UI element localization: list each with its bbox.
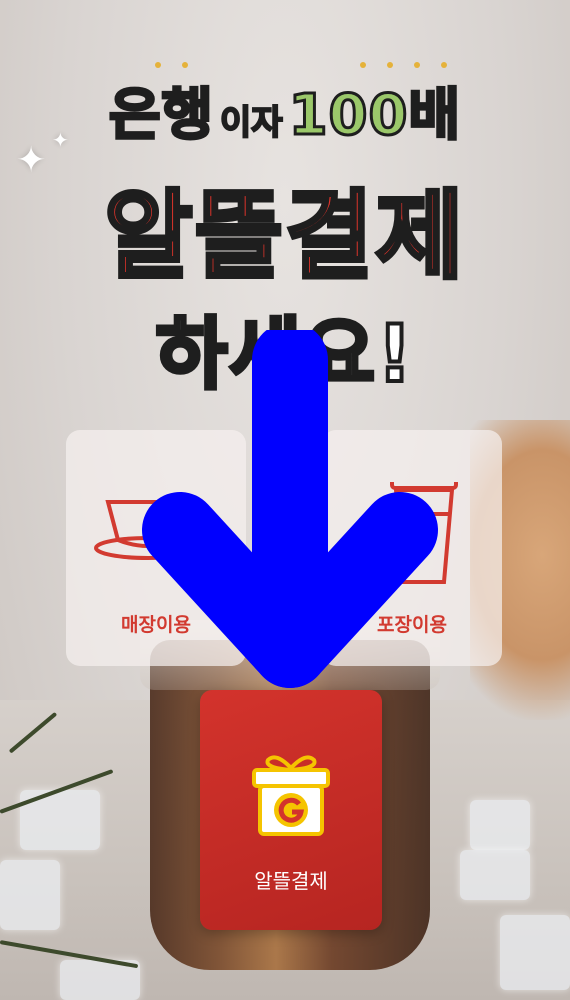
smart-pay-button[interactable]: 알뜰결제 — [200, 690, 382, 930]
ice-cube — [0, 860, 60, 930]
headline-line2: 알뜰결제 — [0, 158, 570, 297]
headline-smart-pay: 알뜰결제 — [102, 178, 466, 294]
decor-dot — [182, 62, 188, 68]
decor-dot — [155, 62, 161, 68]
smart-pay-label: 알뜰결제 — [254, 869, 328, 893]
decor-dot — [441, 62, 447, 68]
gift-box-g-icon — [252, 755, 330, 836]
headline-bank: 은행 — [107, 82, 215, 150]
decor-dot — [387, 62, 393, 68]
down-arrow-icon — [142, 330, 438, 688]
ice-cube — [460, 850, 530, 900]
decor-dot — [360, 62, 366, 68]
headline-100x: 100배 — [287, 82, 462, 150]
ice-cube — [470, 800, 530, 850]
decor-dot — [414, 62, 420, 68]
headline-interest: 이자 — [219, 102, 284, 144]
ice-cube — [500, 915, 570, 990]
headline-line1: 은행 이자 100배 — [0, 70, 570, 151]
